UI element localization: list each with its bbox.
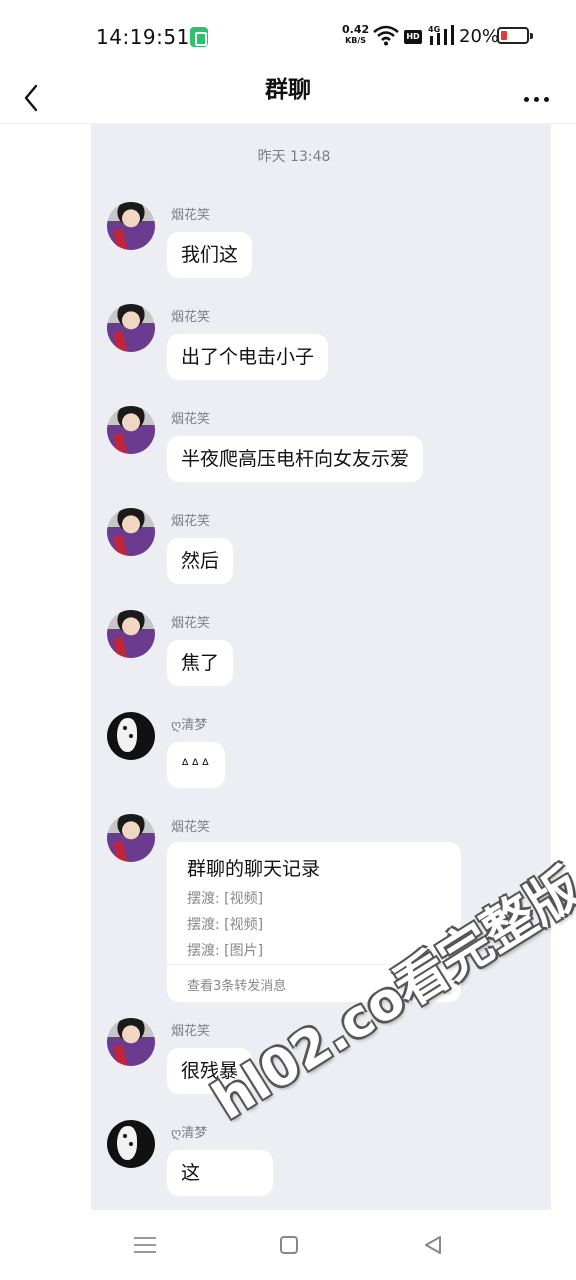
avatar[interactable]: [107, 610, 155, 658]
sender-name: 烟花笑: [171, 412, 211, 427]
avatar[interactable]: [107, 304, 155, 352]
sender-name: ღ清梦: [171, 1126, 208, 1141]
avatar[interactable]: [107, 1018, 155, 1066]
page-title: 群聊: [265, 77, 311, 103]
avatar[interactable]: [107, 712, 155, 760]
message-bubble[interactable]: 我们这: [167, 232, 253, 278]
sender-name: 烟花笑: [171, 820, 211, 835]
sender-name: 烟花笑: [171, 310, 211, 325]
chat-timestamp: 昨天 13:48: [257, 149, 331, 165]
message-bubble[interactable]: 出了个电击小子: [167, 334, 329, 380]
sender-name: 烟花笑: [171, 616, 211, 631]
signal-icon: 4G: [428, 25, 454, 45]
network-speed-value: 0.42: [342, 23, 370, 36]
menu-lines-icon[interactable]: [134, 1235, 156, 1255]
message-bubble[interactable]: 然后: [167, 538, 234, 584]
message-bubble[interactable]: 这: [167, 1150, 273, 1196]
notification-app-icon: [190, 27, 208, 47]
title-bar: 群聊: [0, 72, 576, 124]
battery-percent: 20%: [459, 26, 500, 47]
forwarded-line: 摆渡: [视频]: [187, 917, 264, 933]
status-time: 14:19:51: [96, 25, 190, 49]
sender-name: 烟花笑: [171, 208, 211, 223]
more-dots-icon[interactable]: [518, 84, 554, 114]
avatar[interactable]: [107, 406, 155, 454]
triangle-back-icon[interactable]: [422, 1234, 444, 1256]
message-bubble[interactable]: 半夜爬高压电杆向女友示爱: [167, 436, 424, 482]
sender-name: ღ清梦: [171, 718, 208, 733]
sender-name: 烟花笑: [171, 1024, 211, 1039]
network-speed: 0.42 KB/S: [342, 23, 370, 46]
forwarded-line: 摆渡: [图片]: [187, 943, 264, 959]
avatar[interactable]: [107, 202, 155, 250]
forwarded-line: 摆渡: [视频]: [187, 891, 264, 907]
network-type-label: 4G: [428, 25, 440, 34]
wifi-icon: [373, 25, 399, 46]
forwarded-chat-title: 群聊的聊天记录: [187, 858, 321, 880]
avatar[interactable]: [107, 1120, 155, 1168]
hd-badge: HD: [404, 30, 422, 44]
battery-icon: [497, 27, 533, 44]
status-bar: 14:19:51 0.42 KB/S HD 4G 20%: [0, 0, 576, 72]
avatar[interactable]: [107, 508, 155, 556]
sender-name: 烟花笑: [171, 514, 211, 529]
network-speed-unit: KB/S: [345, 36, 367, 45]
square-home-icon[interactable]: [280, 1236, 298, 1254]
message-bubble[interactable]: ᐞᐞᐞ: [167, 742, 226, 788]
forwarded-chat-footer: 查看3条转发消息: [187, 979, 287, 994]
system-nav-bar: [0, 1210, 576, 1280]
message-bubble[interactable]: 焦了: [167, 640, 234, 686]
avatar[interactable]: [107, 814, 155, 862]
